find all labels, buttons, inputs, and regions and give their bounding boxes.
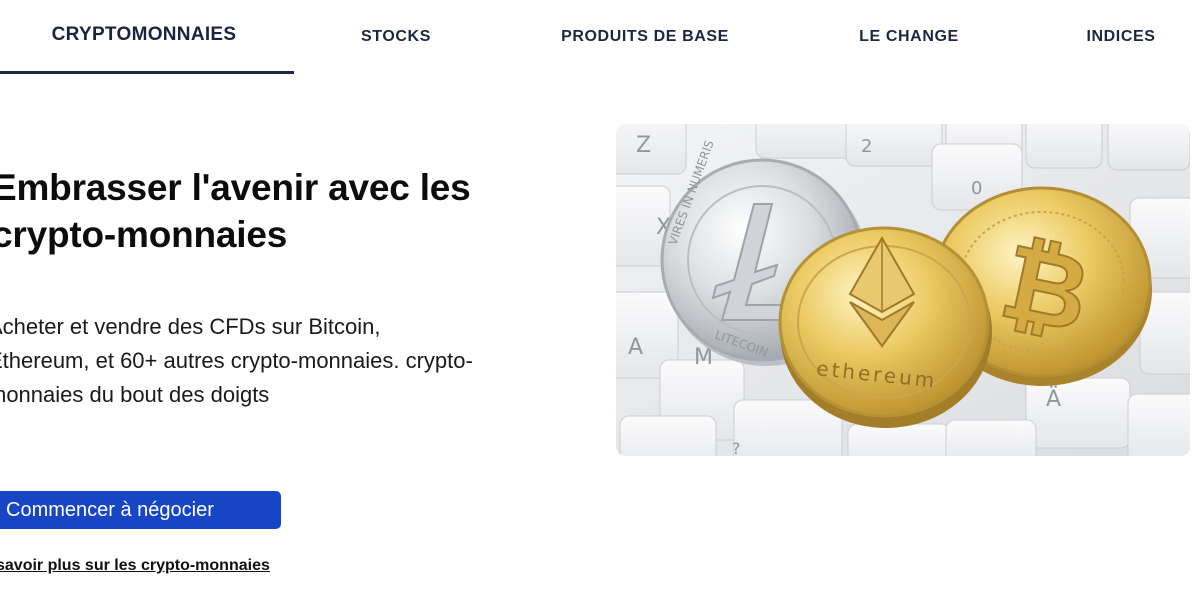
start-trading-button[interactable]: Commencer à négocier — [0, 491, 281, 529]
learn-more-link[interactable]: savoir plus sur les crypto-monnaies — [0, 557, 270, 575]
tab-label: PRODUITS DE BASE — [561, 28, 729, 45]
tab-label: LE CHANGE — [859, 28, 959, 45]
category-tabs: CRYPTOMONNAIES STOCKS PRODUITS DE BASE L… — [0, 0, 1200, 74]
tab-label: CRYPTOMONNAIES — [51, 24, 237, 45]
page: CRYPTOMONNAIES STOCKS PRODUITS DE BASE L… — [0, 0, 1200, 600]
tab-indices[interactable]: INDICES — [1066, 0, 1176, 74]
tab-produits-de-base[interactable]: PRODUITS DE BASE — [540, 0, 750, 74]
tab-le-change[interactable]: LE CHANGE — [843, 0, 975, 74]
hero-title: Embrasser l'avenir avec les crypto-monna… — [0, 167, 471, 255]
crypto-coins-image: Z X A M 2 0 Ä ? VIRES IN NUMERIS LITECOI… — [616, 124, 1190, 456]
coins-on-keyboard-illustration: Z X A M 2 0 Ä ? VIRES IN NUMERIS LITECOI… — [616, 124, 1190, 456]
tab-label: INDICES — [1086, 28, 1156, 45]
tab-stocks[interactable]: STOCKS — [336, 0, 456, 74]
hero-description: Acheter et vendre des CFDs sur Bitcoin, … — [0, 314, 473, 407]
tab-label: STOCKS — [361, 28, 431, 45]
tab-cryptomonnaies[interactable]: CRYPTOMONNAIES — [0, 0, 294, 74]
